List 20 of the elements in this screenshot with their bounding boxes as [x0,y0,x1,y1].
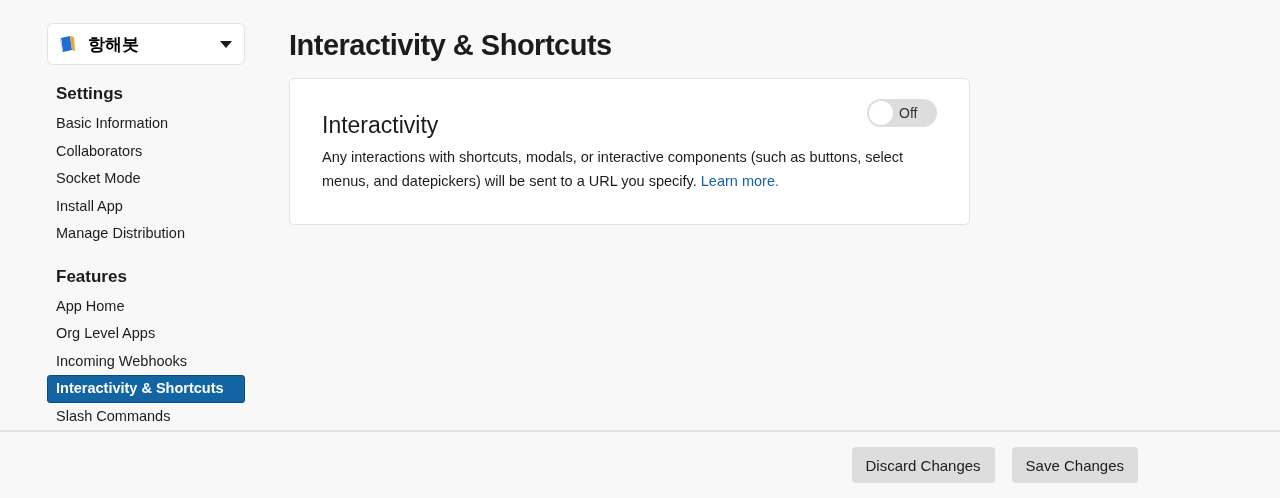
sidebar-item[interactable]: Org Level Apps [47,320,245,348]
learn-more-link[interactable]: Learn more. [700,173,779,189]
sidebar-item[interactable]: Collaborators [47,137,245,165]
card-title: Interactivity [322,112,439,139]
toggle-switch[interactable]: Off [867,98,937,127]
sidebar-item[interactable]: App Home [47,292,245,320]
sidebar-item[interactable]: Basic Information [47,110,245,138]
description: Any interactions with shortcuts, modals, or interactive components (such as buttons, select menus, and datepickers) will be sent to a URL you specify. Learn more. [322,148,905,191]
section-heading: Settings [56,84,125,104]
sidebar-item[interactable]: Socket Mode [47,165,245,193]
sidebar-item[interactable]: Slash Commands [47,402,245,430]
section-heading: Features [56,266,128,287]
page-title: Interactivity & Shortcuts [289,29,613,62]
sidebar-item[interactable]: Manage Distribution [47,220,245,248]
sidebar-item[interactable]: Incoming Webhooks [47,347,245,375]
caret-icon [220,40,232,48]
book-icon [58,34,78,54]
sidebar-item[interactable]: Interactivity & Shortcuts [47,375,245,403]
app-switcher[interactable]: 항해봇 [47,23,245,65]
sidebar-item[interactable]: Install App [47,192,245,220]
